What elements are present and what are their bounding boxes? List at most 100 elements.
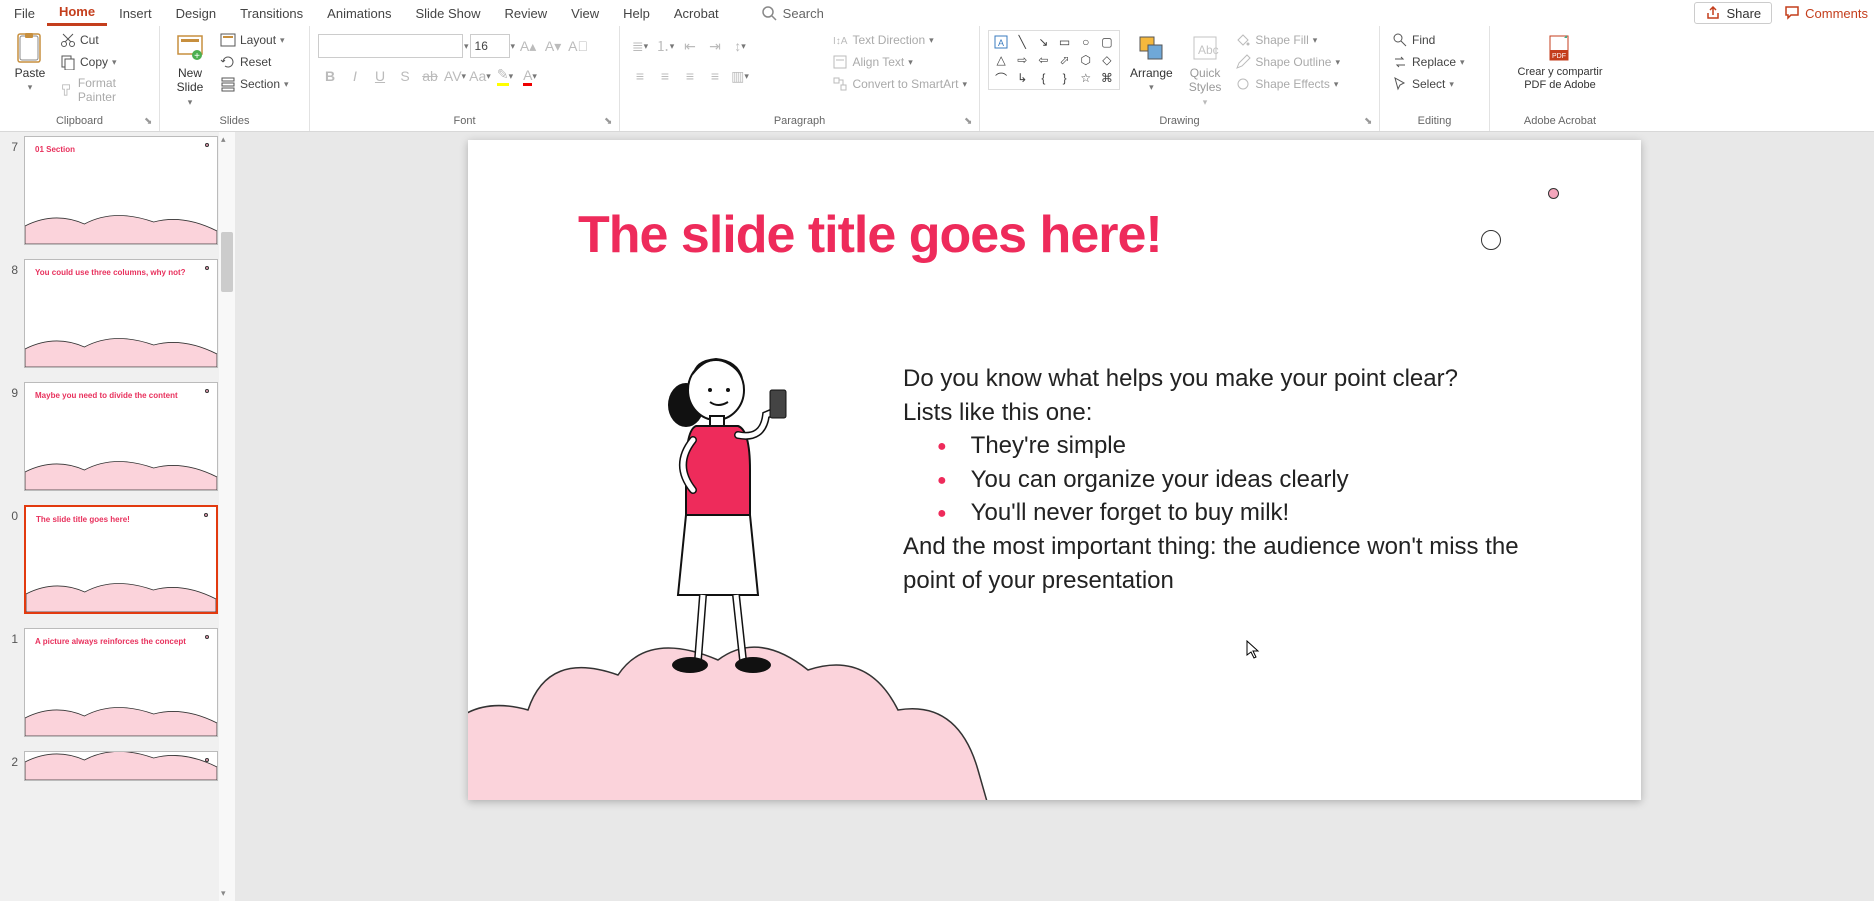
slide-thumbnail[interactable]: Maybe you need to divide the content [24, 382, 218, 491]
font-color-button[interactable]: A▾ [518, 64, 542, 88]
copy-button[interactable]: Copy ▾ [56, 52, 151, 72]
line-spacing-button[interactable]: ↕▾ [728, 34, 752, 58]
shape-brace-r-icon[interactable]: } [1054, 70, 1074, 87]
dialog-launcher-icon[interactable]: ⬊ [144, 116, 156, 128]
paste-button[interactable]: Paste ▾ [8, 30, 52, 95]
shape-curve-icon[interactable]: ⌒ [991, 70, 1011, 87]
slide-thumbnail[interactable] [24, 751, 218, 781]
outdent-button[interactable]: ⇤ [678, 34, 702, 58]
strike-button[interactable]: ab [418, 64, 442, 88]
slide-thumbnail[interactable]: A picture always reinforces the concept [24, 628, 218, 737]
shape-arrow-rect-icon[interactable]: ⬀ [1054, 51, 1074, 68]
shape-rounded-icon[interactable]: ▢ [1097, 33, 1117, 50]
shape-textbox-icon[interactable]: A [991, 33, 1011, 50]
reset-button[interactable]: Reset [216, 52, 293, 72]
tab-transitions[interactable]: Transitions [228, 2, 315, 25]
columns-button[interactable]: ▥▾ [728, 64, 752, 88]
adobe-create-button[interactable]: PDF Crear y compartir PDF de Adobe [1512, 30, 1609, 94]
text-direction-button[interactable]: I↕A Text Direction▾ [828, 30, 971, 50]
shapes-gallery[interactable]: A ╲ ↘ ▭ ○ ▢ △ ⇨ ⇦ ⬀ ⬡ ◇ ⌒ ↳ { } ☆ ⌘ [988, 30, 1120, 90]
comments-button[interactable]: Comments [1784, 5, 1868, 21]
shape-outline-button[interactable]: Shape Outline▾ [1231, 52, 1344, 72]
shape-arrow-r-icon[interactable]: ⇨ [1012, 51, 1032, 68]
tab-view[interactable]: View [559, 2, 611, 25]
highlight-button[interactable]: ✎▾ [493, 64, 517, 88]
slide-body-text[interactable]: Do you know what helps you make your poi… [903, 362, 1543, 597]
justify-button[interactable]: ≡ [703, 64, 727, 88]
share-button[interactable]: Share [1694, 2, 1772, 24]
shape-rect-icon[interactable]: ▭ [1054, 33, 1074, 50]
shape-fill-button[interactable]: Shape Fill▾ [1231, 30, 1344, 50]
change-case-button[interactable]: Aa▾ [468, 64, 492, 88]
dialog-launcher-icon[interactable]: ⬊ [1364, 116, 1376, 128]
shape-triangle-icon[interactable]: △ [991, 51, 1011, 68]
font-size-input[interactable] [470, 34, 510, 58]
bold-button[interactable]: B [318, 64, 342, 88]
chevron-down-icon[interactable]: ▾ [464, 41, 469, 52]
indent-button[interactable]: ⇥ [703, 34, 727, 58]
shape-hex-icon[interactable]: ⬡ [1076, 51, 1096, 68]
align-right-button[interactable]: ≡ [678, 64, 702, 88]
clear-format-icon[interactable]: A⃠ [566, 34, 590, 58]
tab-home[interactable]: Home [47, 0, 107, 26]
numbering-button[interactable]: ⒈▾ [653, 34, 677, 58]
scroll-down-icon[interactable]: ▾ [221, 888, 226, 899]
font-name-input[interactable] [318, 34, 463, 58]
chevron-down-icon[interactable]: ▾ [511, 41, 516, 52]
shape-oval-icon[interactable]: ○ [1076, 33, 1096, 50]
slide-editor[interactable]: The slide title goes here! Do you know w… [235, 132, 1874, 901]
slide-thumbnail[interactable]: 01 Section [24, 136, 218, 245]
arrange-button[interactable]: Arrange ▾ [1124, 30, 1179, 95]
layout-button[interactable]: Layout ▾ [216, 30, 293, 50]
thumbnail-scrollbar[interactable]: ▴ ▾ [219, 132, 235, 901]
section-button[interactable]: Section ▾ [216, 74, 293, 94]
select-button[interactable]: Select▾ [1388, 74, 1469, 94]
shape-brace-l-icon[interactable]: { [1033, 70, 1053, 87]
shape-callout-icon[interactable]: ⌘ [1097, 70, 1117, 87]
bullets-button[interactable]: ≣▾ [628, 34, 652, 58]
dialog-launcher-icon[interactable]: ⬊ [964, 116, 976, 128]
slide-thumbnail[interactable]: You could use three columns, why not? [24, 259, 218, 368]
replace-button[interactable]: Replace▾ [1388, 52, 1469, 72]
shape-line-icon[interactable]: ╲ [1012, 33, 1032, 50]
quick-styles-button[interactable]: Abc Quick Styles ▾ [1183, 30, 1228, 110]
shape-arrow-l-icon[interactable]: ⇦ [1033, 51, 1053, 68]
convert-smartart-button[interactable]: Convert to SmartArt▾ [828, 74, 971, 94]
decrease-font-icon[interactable]: A▾ [541, 34, 565, 58]
align-left-button[interactable]: ≡ [628, 64, 652, 88]
slide-canvas[interactable]: The slide title goes here! Do you know w… [468, 140, 1641, 800]
align-text-button[interactable]: Align Text▾ [828, 52, 971, 72]
shadow-button[interactable]: S [393, 64, 417, 88]
cut-button[interactable]: Cut [56, 30, 151, 50]
tab-acrobat[interactable]: Acrobat [662, 2, 731, 25]
shape-effects-button[interactable]: Shape Effects▾ [1231, 74, 1344, 94]
align-center-button[interactable]: ≡ [653, 64, 677, 88]
new-slide-button[interactable]: + New Slide ▾ [168, 30, 212, 110]
group-clipboard: Paste ▾ Cut Copy ▾ Format Painter C [0, 26, 160, 131]
find-button[interactable]: Find [1388, 30, 1469, 50]
slide-title[interactable]: The slide title goes here! [578, 205, 1162, 265]
tab-help[interactable]: Help [611, 2, 662, 25]
tab-design[interactable]: Design [164, 2, 228, 25]
dialog-launcher-icon[interactable]: ⬊ [604, 116, 616, 128]
scroll-up-icon[interactable]: ▴ [221, 134, 226, 145]
tab-slide-show[interactable]: Slide Show [403, 2, 492, 25]
tab-file[interactable]: File [2, 2, 47, 25]
underline-button[interactable]: U [368, 64, 392, 88]
mouse-cursor-icon [1246, 640, 1260, 660]
shape-diamond-icon[interactable]: ◇ [1097, 51, 1117, 68]
shape-connector-icon[interactable]: ↳ [1012, 70, 1032, 87]
search-input[interactable]: Search [761, 5, 824, 21]
slide-thumbnail[interactable]: The slide title goes here! [24, 505, 218, 614]
tab-insert[interactable]: Insert [107, 2, 164, 25]
tab-review[interactable]: Review [493, 2, 560, 25]
format-painter-button[interactable]: Format Painter [56, 74, 151, 106]
scroll-thumb[interactable] [221, 232, 233, 292]
char-spacing-button[interactable]: AV▾ [443, 64, 467, 88]
increase-font-icon[interactable]: A▴ [516, 34, 540, 58]
shape-arrow-line-icon[interactable]: ↘ [1033, 33, 1053, 50]
tab-animations[interactable]: Animations [315, 2, 403, 25]
arrange-label: Arrange [1130, 66, 1173, 80]
shape-star-icon[interactable]: ☆ [1076, 70, 1096, 87]
italic-button[interactable]: I [343, 64, 367, 88]
